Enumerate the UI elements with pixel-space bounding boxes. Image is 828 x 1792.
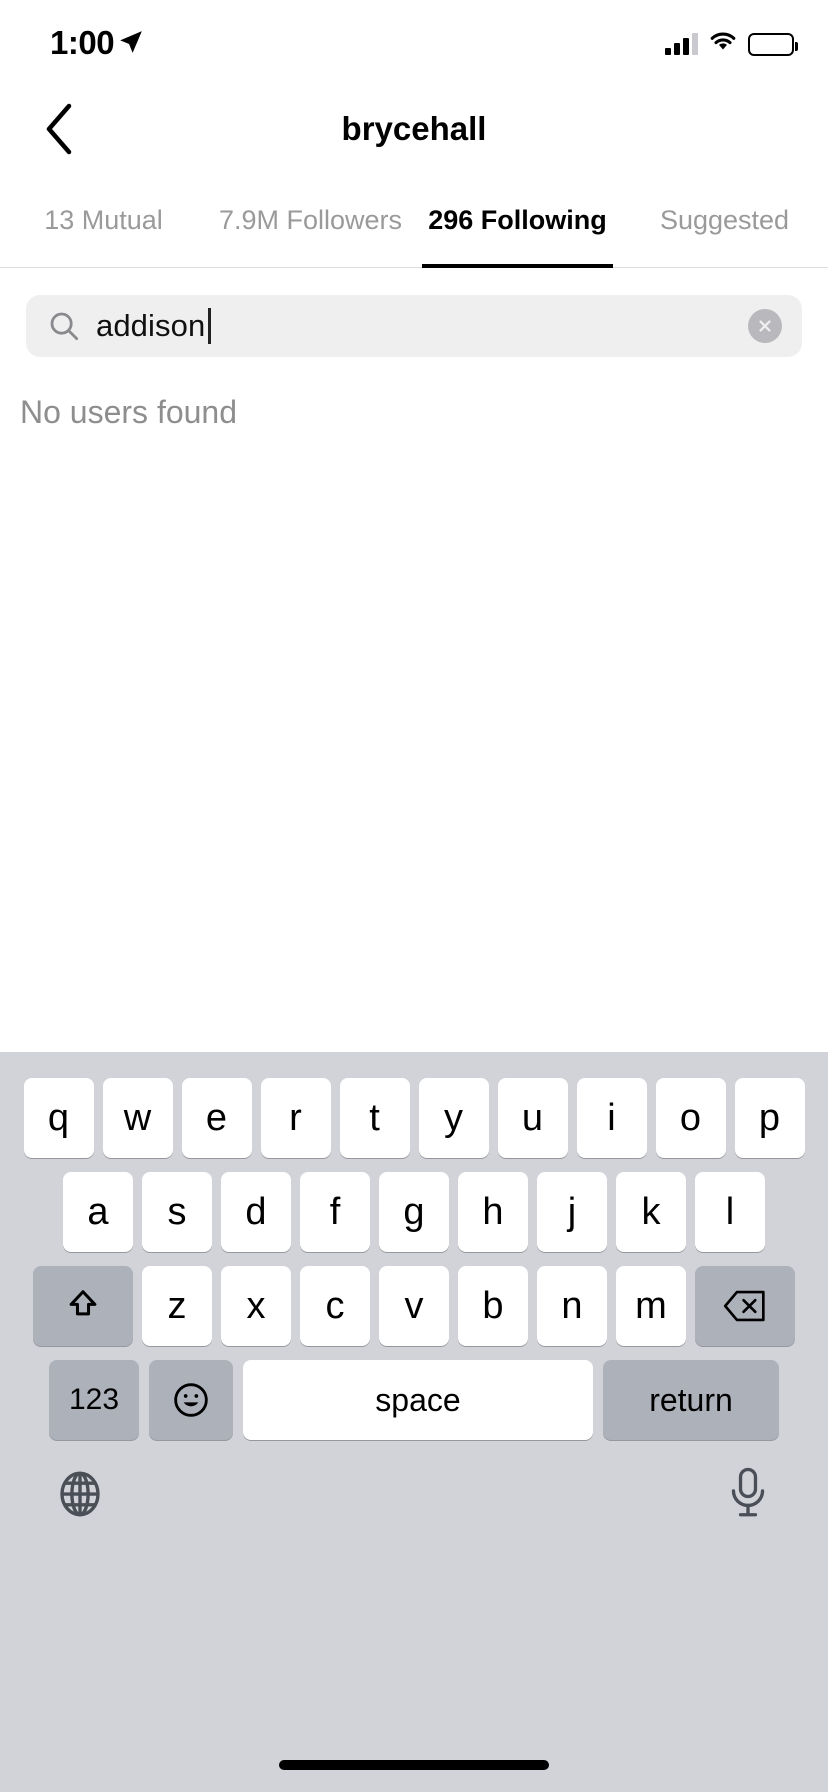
page-title: brycehall (341, 110, 487, 147)
home-indicator (279, 1760, 549, 1770)
shift-arrow-icon (69, 1290, 97, 1316)
no-results-message: No users found (20, 394, 238, 430)
status-bar-time: 1:00 (50, 24, 115, 61)
key-k[interactable]: k (616, 1172, 686, 1252)
keyboard-row-2: a s d f g h j k l (0, 1158, 828, 1252)
key-r[interactable]: r (260, 1078, 331, 1158)
keyboard-row-4: 123 space return (0, 1346, 828, 1440)
key-q[interactable]: q (23, 1078, 94, 1158)
status-bar-indicators (665, 30, 798, 58)
return-key[interactable]: return (603, 1360, 779, 1440)
key-c[interactable]: c (300, 1266, 370, 1346)
search-bar[interactable]: addison (26, 295, 802, 357)
search-icon (48, 310, 80, 342)
clear-search-button[interactable] (748, 309, 782, 343)
location-arrow-icon (118, 29, 144, 60)
tab-mutual[interactable]: 13 Mutual (0, 172, 207, 268)
key-o[interactable]: o (655, 1078, 726, 1158)
globe-icon (60, 1471, 100, 1517)
dictation-key[interactable] (720, 1466, 776, 1522)
key-m[interactable]: m (616, 1266, 686, 1346)
navigation-bar: brycehall (0, 90, 828, 170)
key-i[interactable]: i (576, 1078, 647, 1158)
key-d[interactable]: d (221, 1172, 291, 1252)
key-n[interactable]: n (537, 1266, 607, 1346)
key-j[interactable]: j (537, 1172, 607, 1252)
text-cursor (208, 308, 212, 344)
battery-icon (748, 32, 798, 56)
key-x[interactable]: x (221, 1266, 291, 1346)
tab-bar: 13 Mutual 7.9M Followers 296 Following S… (0, 172, 828, 268)
key-l[interactable]: l (695, 1172, 765, 1252)
key-a[interactable]: a (63, 1172, 133, 1252)
key-g[interactable]: g (379, 1172, 449, 1252)
keyboard-row-3: z x c v b n m (0, 1252, 828, 1346)
emoji-smiley-icon (174, 1383, 208, 1417)
key-s[interactable]: s (142, 1172, 212, 1252)
key-t[interactable]: t (339, 1078, 410, 1158)
key-b[interactable]: b (458, 1266, 528, 1346)
numbers-key[interactable]: 123 (49, 1360, 139, 1440)
tab-followers[interactable]: 7.9M Followers (207, 172, 414, 268)
keyboard-row-1: q w e r t y u i o p (0, 1052, 828, 1158)
emoji-key[interactable] (149, 1360, 233, 1440)
key-f[interactable]: f (300, 1172, 370, 1252)
key-p[interactable]: p (734, 1078, 805, 1158)
tab-suggested[interactable]: Suggested (621, 172, 828, 268)
cellular-bars-icon (665, 33, 698, 55)
keyboard-bottom-bar (0, 1440, 828, 1522)
backspace-key[interactable] (695, 1266, 795, 1346)
clear-circle-icon (759, 320, 771, 332)
app-screen: 1:00 brycehall 13 Mutual 7.9M Followers … (0, 0, 828, 1792)
backspace-delete-icon (723, 1290, 765, 1322)
search-container: addison (26, 295, 802, 357)
globe-key[interactable] (52, 1466, 108, 1522)
tab-following[interactable]: 296 Following (414, 172, 621, 268)
space-key[interactable]: space (243, 1360, 593, 1440)
key-y[interactable]: y (418, 1078, 489, 1158)
shift-key[interactable] (33, 1266, 133, 1346)
status-bar: 1:00 (0, 0, 828, 90)
onscreen-keyboard: q w e r t y u i o p a s d f g h j k l z … (0, 1052, 828, 1792)
key-z[interactable]: z (142, 1266, 212, 1346)
microphone-icon (731, 1467, 765, 1517)
key-v[interactable]: v (379, 1266, 449, 1346)
key-w[interactable]: w (102, 1078, 173, 1158)
search-input[interactable]: addison (96, 308, 205, 344)
key-h[interactable]: h (458, 1172, 528, 1252)
key-e[interactable]: e (181, 1078, 252, 1158)
wifi-icon (708, 30, 738, 58)
key-u[interactable]: u (497, 1078, 568, 1158)
